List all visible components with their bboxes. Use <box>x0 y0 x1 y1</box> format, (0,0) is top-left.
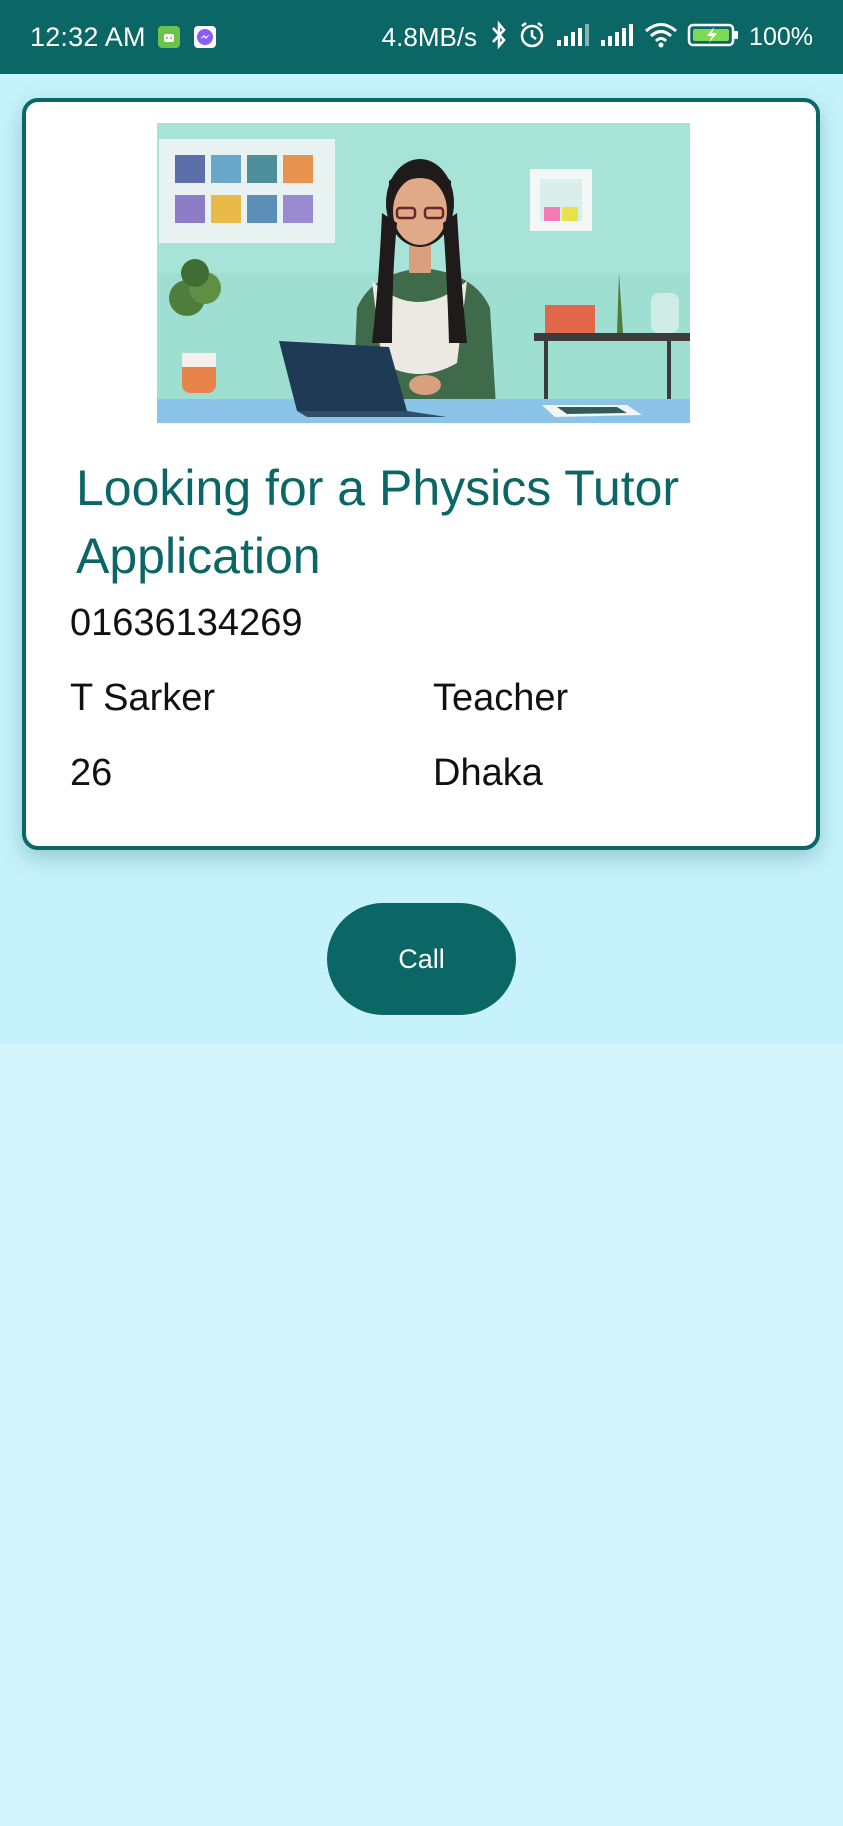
age: 26 <box>70 752 113 794</box>
system-status: 4.8MB/s 100% <box>382 20 813 55</box>
status-bar: 12:32 AM 4.8MB/s 100% <box>0 0 843 74</box>
location: Dhaka <box>433 752 543 794</box>
signal-icon <box>555 22 591 53</box>
alarm-icon <box>517 20 547 55</box>
battery-percent: 100% <box>749 22 813 51</box>
contact-name: T Sarker <box>70 677 216 719</box>
status-time: 12:32 AM <box>30 21 146 52</box>
notification-icons <box>157 26 216 48</box>
tutor-image <box>157 123 690 423</box>
signal-icon <box>599 22 635 53</box>
android-app-icon <box>157 26 180 48</box>
messenger-icon <box>193 26 216 48</box>
wifi-icon <box>643 20 679 55</box>
call-button[interactable]: Call <box>327 903 516 1015</box>
phone-number: 01636134269 <box>70 602 303 644</box>
battery-charging-icon <box>687 21 741 54</box>
bluetooth-icon <box>489 20 509 55</box>
network-speed: 4.8MB/s <box>381 21 478 52</box>
tutor-request-card[interactable]: Looking for a Physics Tutor Application … <box>22 98 820 850</box>
profession: Teacher <box>433 677 569 719</box>
listing-title: Looking for a Physics Tutor Application <box>76 460 680 584</box>
